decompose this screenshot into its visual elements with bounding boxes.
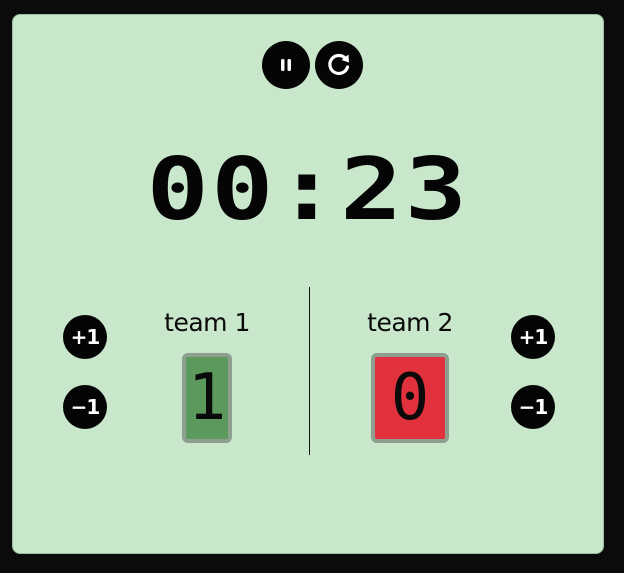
- team2-plus-button[interactable]: +1: [511, 315, 555, 359]
- team-divider: [309, 287, 310, 455]
- pause-icon: [281, 59, 291, 71]
- scoreboard-panel: 00:23 team 1 1 team 2 0 +1 −1 +1 −1: [12, 14, 604, 554]
- reset-button[interactable]: [315, 41, 363, 89]
- pause-button[interactable]: [262, 41, 310, 89]
- team1-name: team 1: [164, 308, 250, 337]
- team2-minus-button[interactable]: −1: [511, 385, 555, 429]
- team1-minus-button[interactable]: −1: [63, 385, 107, 429]
- reset-icon: [328, 53, 350, 76]
- team1-score: 1: [182, 353, 232, 443]
- timer-display: 00:23: [146, 140, 470, 240]
- team2-name: team 2: [367, 308, 453, 337]
- team1-plus-button[interactable]: +1: [63, 315, 107, 359]
- team2-score: 0: [371, 353, 449, 443]
